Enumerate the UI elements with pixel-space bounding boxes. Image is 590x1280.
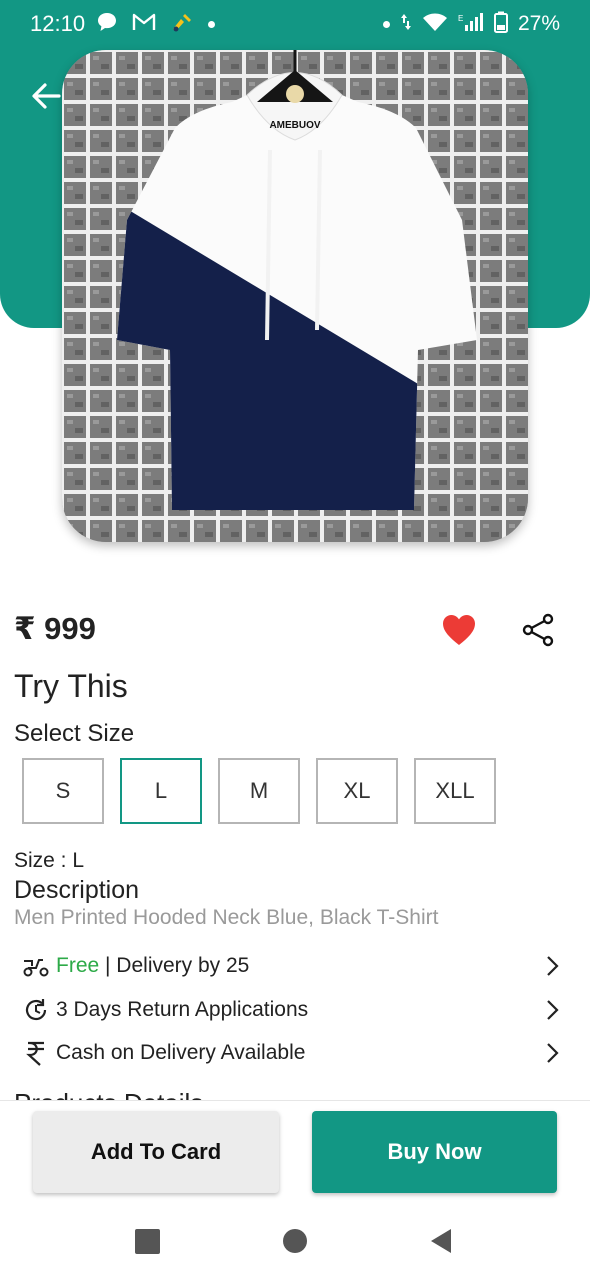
back-triangle-icon[interactable] [429, 1228, 453, 1254]
size-option-s[interactable]: S [22, 758, 104, 824]
product-title: Try This [14, 668, 128, 704]
size-option-xl[interactable]: XL [316, 758, 398, 824]
selected-size-text: Size : L [14, 849, 85, 872]
status-time: 12:10 [30, 11, 86, 36]
gmail-icon [132, 12, 156, 37]
returns-info-row[interactable]: 3 Days Return Applications [22, 994, 570, 1026]
product-price: ₹ 999 [14, 611, 96, 646]
returns-text: 3 Days Return Applications [56, 998, 309, 1021]
dot-icon [382, 20, 390, 28]
svg-text:E: E [458, 14, 463, 23]
cod-info-row[interactable]: Cash on Delivery Available [22, 1037, 570, 1069]
add-to-card-button[interactable]: Add To Card [33, 1111, 279, 1193]
dot-icon [208, 20, 215, 28]
refresh-icon [22, 996, 50, 1024]
rupee-icon [22, 1039, 50, 1067]
delivery-date: | Delivery by 25 [99, 954, 250, 977]
back-button[interactable] [26, 76, 66, 116]
size-option-xll[interactable]: XLL [414, 758, 496, 824]
home-circle-icon[interactable] [283, 1229, 307, 1253]
recents-square-icon[interactable] [135, 1229, 160, 1254]
wifi-icon [422, 12, 448, 37]
status-bar: 12:10 E 27% [0, 0, 590, 50]
data-arrows-icon [400, 12, 412, 37]
delivery-free: Free [56, 954, 100, 977]
chevron-right-icon [547, 1043, 559, 1063]
scooter-icon [22, 952, 50, 980]
select-size-label: Select Size [14, 720, 135, 747]
favorite-heart-icon[interactable] [441, 612, 477, 648]
share-icon[interactable] [520, 612, 556, 648]
product-image: AMEBUOV [62, 50, 528, 542]
arrow-left-icon [32, 83, 61, 109]
status-notification-icons [96, 10, 215, 38]
notification-icon [170, 11, 194, 38]
battery-icon [493, 11, 508, 38]
buy-now-button[interactable]: Buy Now [312, 1111, 557, 1193]
size-option-l[interactable]: L [120, 758, 202, 824]
battery-percent: 27% [517, 12, 560, 35]
signal-icon: E [458, 12, 484, 37]
cod-text: Cash on Delivery Available [56, 1041, 306, 1064]
size-options: S L M XL XLL [22, 758, 496, 824]
chevron-right-icon [547, 1000, 559, 1020]
chevron-right-icon [547, 956, 559, 976]
delivery-info-row[interactable]: Free | Delivery by 25 [22, 950, 570, 982]
image-brand-tag: AMEBUOV [269, 120, 320, 131]
description-text: Men Printed Hooded Neck Blue, Black T-Sh… [14, 906, 439, 929]
chat-icon [96, 11, 118, 38]
status-system-icons: E 27% [382, 10, 560, 38]
description-heading: Description [14, 876, 140, 904]
size-option-m[interactable]: M [218, 758, 300, 824]
